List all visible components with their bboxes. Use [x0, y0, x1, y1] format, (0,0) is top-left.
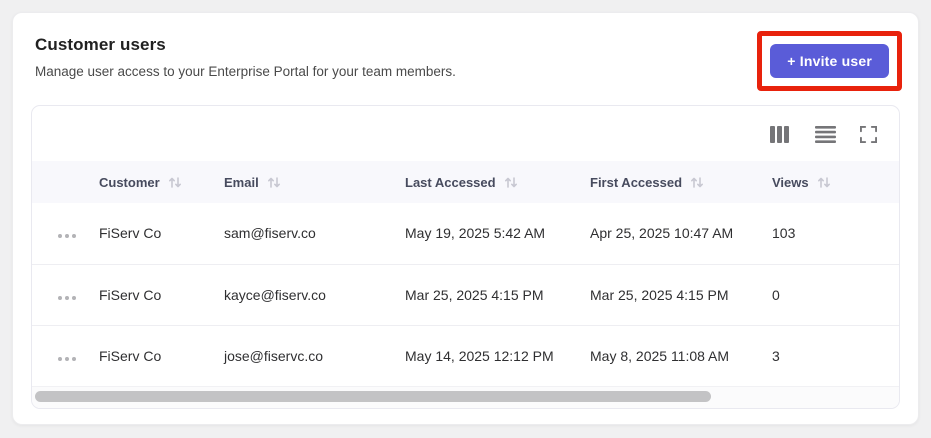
- row-actions-button[interactable]: [58, 295, 76, 300]
- customer-users-table: Customer Email Last Accessed First Acces…: [32, 161, 899, 387]
- cell-customer: FiServ Co: [99, 325, 224, 387]
- row-density-icon[interactable]: [815, 126, 836, 143]
- cell-email: sam@fiserv.co: [224, 203, 405, 265]
- card-header: Customer users Manage user access to you…: [13, 13, 918, 105]
- scrollbar-thumb[interactable]: [35, 390, 712, 402]
- column-header-customer[interactable]: Customer: [99, 161, 224, 203]
- invite-user-button[interactable]: + Invite user: [770, 44, 889, 78]
- header-titles: Customer users Manage user access to you…: [35, 35, 456, 79]
- sort-icon: [267, 176, 281, 189]
- highlight-box: + Invite user: [757, 31, 902, 91]
- cell-first-accessed: Apr 25, 2025 10:47 AM: [590, 203, 772, 265]
- header-actions-spacer: [32, 161, 99, 203]
- cell-customer: FiServ Co: [99, 264, 224, 326]
- cell-views: 0: [772, 264, 899, 326]
- table-panel: Customer Email Last Accessed First Acces…: [31, 105, 900, 409]
- sort-icon: [690, 176, 704, 189]
- fullscreen-icon[interactable]: [860, 126, 877, 143]
- customer-users-card: Customer users Manage user access to you…: [12, 12, 919, 425]
- table-header-row: Customer Email Last Accessed First Acces…: [32, 161, 899, 203]
- cell-first-accessed: Mar 25, 2025 4:15 PM: [590, 264, 772, 326]
- table-row: FiServ Co jose@fiservc.co May 14, 2025 1…: [32, 325, 899, 387]
- cell-last-accessed: May 19, 2025 5:42 AM: [405, 203, 590, 265]
- sort-icon: [817, 176, 831, 189]
- sort-icon: [168, 176, 182, 189]
- column-header-last-accessed[interactable]: Last Accessed: [405, 161, 590, 203]
- column-header-views[interactable]: Views: [772, 161, 899, 203]
- cell-last-accessed: May 14, 2025 12:12 PM: [405, 325, 590, 387]
- page-title: Customer users: [35, 35, 166, 54]
- columns-icon[interactable]: [770, 126, 791, 143]
- table-toolbar: [32, 106, 899, 161]
- cell-views: 103: [772, 203, 899, 265]
- table-row: FiServ Co kayce@fiserv.co Mar 25, 2025 4…: [32, 264, 899, 326]
- column-header-first-accessed[interactable]: First Accessed: [590, 161, 772, 203]
- cell-email: kayce@fiserv.co: [224, 264, 405, 326]
- row-actions-button[interactable]: [58, 356, 76, 361]
- row-actions-button[interactable]: [58, 234, 76, 239]
- page-subtitle: Manage user access to your Enterprise Po…: [35, 64, 456, 79]
- cell-email: jose@fiservc.co: [224, 325, 405, 387]
- cell-first-accessed: May 8, 2025 11:08 AM: [590, 325, 772, 387]
- cell-views: 3: [772, 325, 899, 387]
- cell-last-accessed: Mar 25, 2025 4:15 PM: [405, 264, 590, 326]
- sort-icon: [504, 176, 518, 189]
- table-row: FiServ Co sam@fiserv.co May 19, 2025 5:4…: [32, 203, 899, 265]
- horizontal-scrollbar[interactable]: [32, 386, 899, 408]
- cell-customer: FiServ Co: [99, 203, 224, 265]
- column-header-email[interactable]: Email: [224, 161, 405, 203]
